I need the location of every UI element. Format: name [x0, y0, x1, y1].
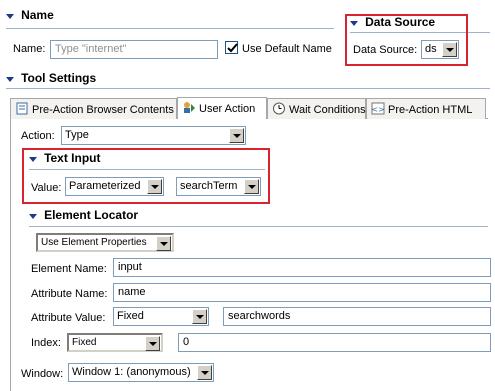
- collapse-triangle-icon[interactable]: [6, 13, 14, 19]
- attribute-name-label: Attribute Name:: [31, 288, 108, 300]
- index-input[interactable]: 0: [178, 333, 491, 352]
- attribute-value-value: searchwords: [228, 310, 291, 322]
- name-input-placeholder: Type "internet": [55, 43, 127, 55]
- collapse-triangle-icon[interactable]: [29, 213, 37, 219]
- element-name-value: input: [118, 261, 142, 273]
- action-label: Action:: [21, 130, 55, 142]
- dropdown-arrow-icon[interactable]: [145, 336, 160, 351]
- index-type-select[interactable]: Fixed: [67, 333, 163, 352]
- tab-pre-action-browser-contents[interactable]: Pre-Action Browser Contents: [10, 98, 177, 119]
- tab-label: Wait Conditions: [289, 104, 366, 116]
- tab-bar: Pre-Action Browser Contents User Action …: [10, 97, 488, 119]
- element-name-input[interactable]: input: [113, 258, 491, 277]
- name-section-title: Name: [21, 8, 54, 22]
- tab-label: Pre-Action HTML: [388, 104, 473, 116]
- element-locator-title: Element Locator: [44, 208, 139, 222]
- checkmark-icon: [227, 43, 238, 53]
- element-locator-header[interactable]: Element Locator: [29, 208, 138, 222]
- text-input-highlight: [22, 148, 270, 204]
- index-value: 0: [183, 336, 190, 348]
- user-action-icon: [184, 102, 195, 113]
- tool-settings-title: Tool Settings: [21, 71, 97, 85]
- window-select[interactable]: Window 1: (anonymous): [68, 363, 214, 382]
- tab-wait-conditions[interactable]: Wait Conditions: [267, 98, 366, 119]
- tab-user-action[interactable]: User Action: [177, 97, 267, 119]
- tab-label: Pre-Action Browser Contents: [32, 104, 174, 116]
- svg-text:<>: <>: [371, 105, 384, 114]
- html-icon: <>: [371, 102, 385, 115]
- index-type-value: Fixed: [72, 337, 97, 348]
- name-input[interactable]: Type "internet": [50, 40, 218, 59]
- locator-mode-select[interactable]: Use Element Properties: [36, 233, 174, 252]
- attribute-value-input[interactable]: searchwords: [223, 307, 491, 326]
- page-icon: [16, 102, 28, 115]
- collapse-triangle-icon[interactable]: [6, 76, 14, 82]
- use-default-name-checkbox[interactable]: [225, 41, 238, 54]
- dropdown-arrow-icon[interactable]: [197, 365, 212, 380]
- tool-settings-divider: [6, 88, 490, 89]
- use-default-name-label: Use Default Name: [242, 43, 332, 55]
- locator-mode-value: Use Element Properties: [41, 237, 147, 248]
- window-value: Window 1: (anonymous): [72, 366, 191, 378]
- dropdown-arrow-icon[interactable]: [229, 128, 244, 143]
- dropdown-arrow-icon[interactable]: [192, 309, 207, 324]
- data-source-highlight: [345, 14, 468, 66]
- name-section-header[interactable]: Name: [6, 8, 54, 22]
- element-locator-divider: [29, 226, 488, 227]
- clock-icon: [273, 102, 285, 115]
- attribute-name-value: name: [118, 286, 146, 298]
- element-name-label: Element Name:: [31, 263, 107, 275]
- name-section-divider: [6, 28, 334, 29]
- attribute-value-type-select[interactable]: Fixed: [113, 307, 209, 326]
- tab-label: User Action: [199, 103, 256, 115]
- tab-pre-action-html[interactable]: <> Pre-Action HTML: [366, 98, 486, 119]
- tool-settings-header[interactable]: Tool Settings: [6, 71, 96, 85]
- action-select[interactable]: Type: [61, 126, 246, 145]
- action-value: Type: [65, 129, 89, 141]
- attribute-value-type-value: Fixed: [117, 310, 144, 322]
- name-label: Name:: [13, 43, 46, 55]
- attribute-value-label: Attribute Value:: [31, 312, 106, 324]
- attribute-name-input[interactable]: name: [113, 283, 491, 302]
- index-label: Index:: [31, 337, 61, 349]
- dropdown-arrow-icon[interactable]: [156, 236, 171, 251]
- window-label: Window:: [21, 368, 64, 380]
